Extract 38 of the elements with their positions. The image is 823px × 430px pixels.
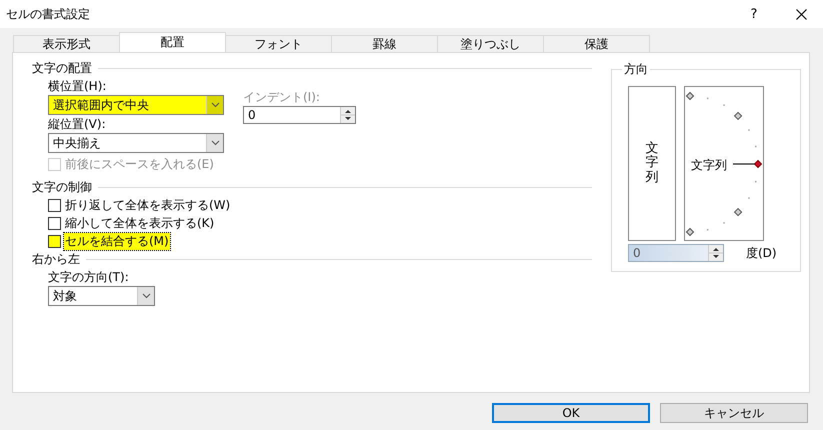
checkbox-label: 縮小して全体を表示する(K) bbox=[64, 214, 216, 232]
window-title: セルの書式設定 bbox=[5, 6, 91, 22]
field-label: 横位置(H): bbox=[48, 78, 108, 94]
checkbox[interactable] bbox=[48, 216, 61, 230]
checkbox[interactable] bbox=[48, 234, 61, 248]
group-heading: 文字の配置 bbox=[32, 60, 92, 76]
tab[interactable]: 塗りつぶし bbox=[437, 35, 544, 52]
vertical-text-button[interactable]: 文字列 bbox=[628, 86, 676, 241]
chevron-down-icon bbox=[210, 140, 220, 146]
checkbox-label: 前後にスペースを入れる(E) bbox=[64, 156, 215, 172]
tab[interactable]: 保護 bbox=[543, 35, 650, 52]
dial-text: 文字列 bbox=[691, 157, 727, 174]
tab[interactable]: 配置 bbox=[119, 32, 226, 52]
tab[interactable]: フォント bbox=[225, 35, 332, 52]
checkbox[interactable] bbox=[48, 198, 61, 212]
chevron-down-icon bbox=[210, 102, 220, 108]
field-label: 縦位置(V): bbox=[48, 116, 107, 132]
help-button[interactable]: ? bbox=[729, 6, 779, 22]
spinner-icon[interactable] bbox=[708, 245, 723, 261]
group-heading: 文字の制御 bbox=[32, 178, 92, 196]
dropdown[interactable]: 選択範囲内で中央 bbox=[48, 95, 224, 115]
spinner-icon[interactable] bbox=[340, 107, 355, 123]
dropdown[interactable]: 対象 bbox=[48, 286, 155, 306]
checkbox-label: セルを結合する(M) bbox=[64, 232, 170, 250]
tab[interactable]: 表示形式 bbox=[13, 35, 120, 52]
ok-button[interactable]: OK bbox=[492, 403, 650, 423]
close-icon[interactable] bbox=[796, 8, 806, 20]
group-heading: 右から左 bbox=[32, 250, 80, 268]
tab[interactable]: 罫線 bbox=[331, 35, 438, 52]
field-label: インデント(I): bbox=[243, 88, 321, 106]
degrees-field[interactable]: 0 bbox=[628, 244, 724, 262]
cancel-button[interactable]: キャンセル bbox=[660, 403, 808, 423]
chevron-down-icon bbox=[142, 293, 150, 299]
field-label: 文字の方向(T): bbox=[48, 268, 130, 286]
field-label: 度(D) bbox=[746, 244, 777, 262]
dropdown[interactable]: 中央揃え bbox=[48, 133, 224, 153]
orientation-dial-drawing[interactable] bbox=[686, 92, 762, 236]
checkbox-label: 折り返して全体を表示する(W) bbox=[64, 196, 232, 214]
